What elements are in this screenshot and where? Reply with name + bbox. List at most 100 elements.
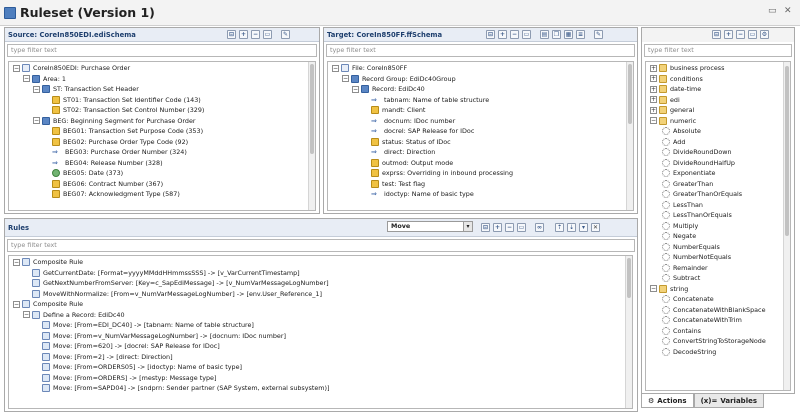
action-item[interactable]: Remainder: [650, 263, 790, 274]
layout-icon[interactable]: ▭: [517, 223, 526, 232]
action-item[interactable]: Negate: [650, 231, 790, 242]
action-category[interactable]: + edi: [650, 95, 790, 106]
rule-row[interactable]: Move: [From=v_NumVarMessageLogNumber] ->…: [13, 331, 632, 342]
scroll-thumb[interactable]: [628, 64, 632, 124]
action-category[interactable]: + conditions: [650, 74, 790, 85]
action-item[interactable]: DecodeString: [650, 347, 790, 358]
scroll-thumb[interactable]: [310, 64, 314, 154]
stack-icon[interactable]: ≡: [576, 30, 585, 39]
collapse-toggle-icon[interactable]: −: [13, 258, 20, 266]
rules-scrollbar[interactable]: [625, 256, 632, 408]
tree-row[interactable]: ⇒ docnum: IDoc number: [332, 116, 633, 127]
tree-row[interactable]: − ST: Transaction Set Header: [13, 84, 315, 95]
tree-row[interactable]: BEG01: Transaction Set Purpose Code (353…: [13, 126, 315, 137]
collapse-toggle-icon[interactable]: −: [650, 285, 657, 293]
action-item[interactable]: Exponentiate: [650, 168, 790, 179]
collapse-toggle-icon[interactable]: −: [13, 300, 20, 308]
tree-row[interactable]: status: Status of IDoc: [332, 137, 633, 148]
action-item[interactable]: LessThanOrEquals: [650, 210, 790, 221]
rules-tree[interactable]: − Composite Rule GetCurrentDate: [Format=…: [8, 255, 633, 409]
tree-row[interactable]: − CoreIn850EDI: Purchase Order: [13, 63, 315, 74]
collapse-icon[interactable]: −: [510, 30, 519, 39]
tab-variables[interactable]: (x)= Variables: [693, 394, 765, 408]
collapse-toggle-icon[interactable]: −: [23, 311, 30, 319]
action-item[interactable]: Concatenate: [650, 294, 790, 305]
expand-toggle-icon[interactable]: +: [650, 64, 657, 72]
rule-row[interactable]: − Define a Record: EdiDc40: [13, 310, 632, 321]
action-item[interactable]: Add: [650, 137, 790, 148]
copy-icon[interactable]: ❐: [552, 30, 561, 39]
action-item[interactable]: ConcatenateWithBlankSpace: [650, 305, 790, 316]
tree-row[interactable]: ⇒ tabnam: Name of table structure: [332, 95, 633, 106]
delete-icon[interactable]: ✕: [591, 223, 600, 232]
action-category[interactable]: − string: [650, 284, 790, 295]
collapse-toggle-icon[interactable]: −: [650, 117, 657, 125]
actions-filter-input[interactable]: type filter text: [644, 44, 792, 57]
layout-icon[interactable]: ▭: [522, 30, 531, 39]
tree-row[interactable]: ⇒ BEG03: Purchase Order Number (324): [13, 147, 315, 158]
action-category[interactable]: + business process: [650, 63, 790, 74]
source-tree[interactable]: − CoreIn850EDI: Purchase Order − Area: 1 −…: [8, 61, 316, 211]
actions-tree[interactable]: + business process + conditions + date-time…: [645, 61, 791, 391]
action-item[interactable]: Multiply: [650, 221, 790, 232]
expand-icon[interactable]: +: [239, 30, 248, 39]
tree-row[interactable]: BEG02: Purchase Order Type Code (92): [13, 137, 315, 148]
scroll-thumb[interactable]: [627, 258, 631, 298]
collapse-toggle-icon[interactable]: −: [33, 85, 40, 93]
action-item[interactable]: Contains: [650, 326, 790, 337]
source-scrollbar[interactable]: [308, 62, 315, 210]
layout-icon[interactable]: ▭: [748, 30, 757, 39]
collapse-toggle-icon[interactable]: −: [352, 85, 359, 93]
source-filter-input[interactable]: type filter text: [7, 44, 317, 57]
tree-row[interactable]: ⇒ direct: Direction: [332, 147, 633, 158]
tree-row[interactable]: ⇒ BEG04: Release Number (328): [13, 158, 315, 169]
move-up-icon[interactable]: ⇡: [555, 223, 564, 232]
gear-icon[interactable]: ⚙: [760, 30, 769, 39]
tree-row[interactable]: test: Test flag: [332, 179, 633, 190]
tree-row[interactable]: mandt: Client: [332, 105, 633, 116]
rule-row[interactable]: GetCurrentDate: [Format=yyyyMMddHHmmssSS…: [13, 268, 632, 279]
new-record-icon[interactable]: ▤: [540, 30, 549, 39]
actions-scrollbar[interactable]: [783, 62, 790, 390]
expand-toggle-icon[interactable]: +: [650, 85, 657, 93]
tree-row[interactable]: outmod: Output mode: [332, 158, 633, 169]
rule-type-select[interactable]: Move ▾: [387, 221, 473, 232]
expand-toggle-icon[interactable]: +: [650, 106, 657, 114]
target-tree[interactable]: − File: CoreIn850FF − Record Group: EdiDc4…: [327, 61, 634, 211]
grid-icon[interactable]: ▦: [564, 30, 573, 39]
menu-icon[interactable]: ▾: [579, 223, 588, 232]
tree-filter-icon[interactable]: ⊟: [486, 30, 495, 39]
tree-row[interactable]: exprss: Overriding in inbound processing: [332, 168, 633, 179]
rule-row[interactable]: Move: [From=SAPD04] -> [sndprn: Sender p…: [13, 383, 632, 394]
tab-actions[interactable]: ⚙ Actions: [641, 394, 694, 408]
action-item[interactable]: NumberEquals: [650, 242, 790, 253]
rule-row[interactable]: Move: [From=2] -> [direct: Direction]: [13, 352, 632, 363]
tree-row[interactable]: BEG06: Contract Number (367): [13, 179, 315, 190]
action-item[interactable]: ConcatenateWithTrim: [650, 315, 790, 326]
rule-row[interactable]: − Composite Rule: [13, 257, 632, 268]
collapse-icon[interactable]: −: [505, 223, 514, 232]
layout-icon[interactable]: ▭: [263, 30, 272, 39]
tree-filter-icon[interactable]: ⊟: [481, 223, 490, 232]
action-category[interactable]: + general: [650, 105, 790, 116]
action-item[interactable]: GreaterThan: [650, 179, 790, 190]
rule-row[interactable]: Move: [From=620] -> [docrel: SAP Release…: [13, 341, 632, 352]
tree-row[interactable]: − File: CoreIn850FF: [332, 63, 633, 74]
rule-row[interactable]: Move: [From=ORDERS] -> [mestyp: Message …: [13, 373, 632, 384]
action-item[interactable]: DivideRoundHalfUp: [650, 158, 790, 169]
tree-row[interactable]: ST02: Transaction Set Control Number (32…: [13, 105, 315, 116]
target-scrollbar[interactable]: [626, 62, 633, 210]
tree-row[interactable]: − Record: EdiDc40: [332, 84, 633, 95]
move-down-icon[interactable]: ⇣: [567, 223, 576, 232]
scroll-thumb[interactable]: [785, 66, 789, 236]
tree-row[interactable]: ⇒ idoctyp: Name of basic type: [332, 189, 633, 200]
rule-row[interactable]: − Composite Rule: [13, 299, 632, 310]
tree-row[interactable]: − Area: 1: [13, 74, 315, 85]
action-category[interactable]: − numeric: [650, 116, 790, 127]
target-filter-input[interactable]: type filter text: [326, 44, 635, 57]
expand-icon[interactable]: +: [493, 223, 502, 232]
collapse-icon[interactable]: −: [251, 30, 260, 39]
action-item[interactable]: NumberNotEquals: [650, 252, 790, 263]
chevron-down-icon[interactable]: ▾: [463, 222, 472, 231]
collapse-toggle-icon[interactable]: −: [332, 64, 339, 72]
